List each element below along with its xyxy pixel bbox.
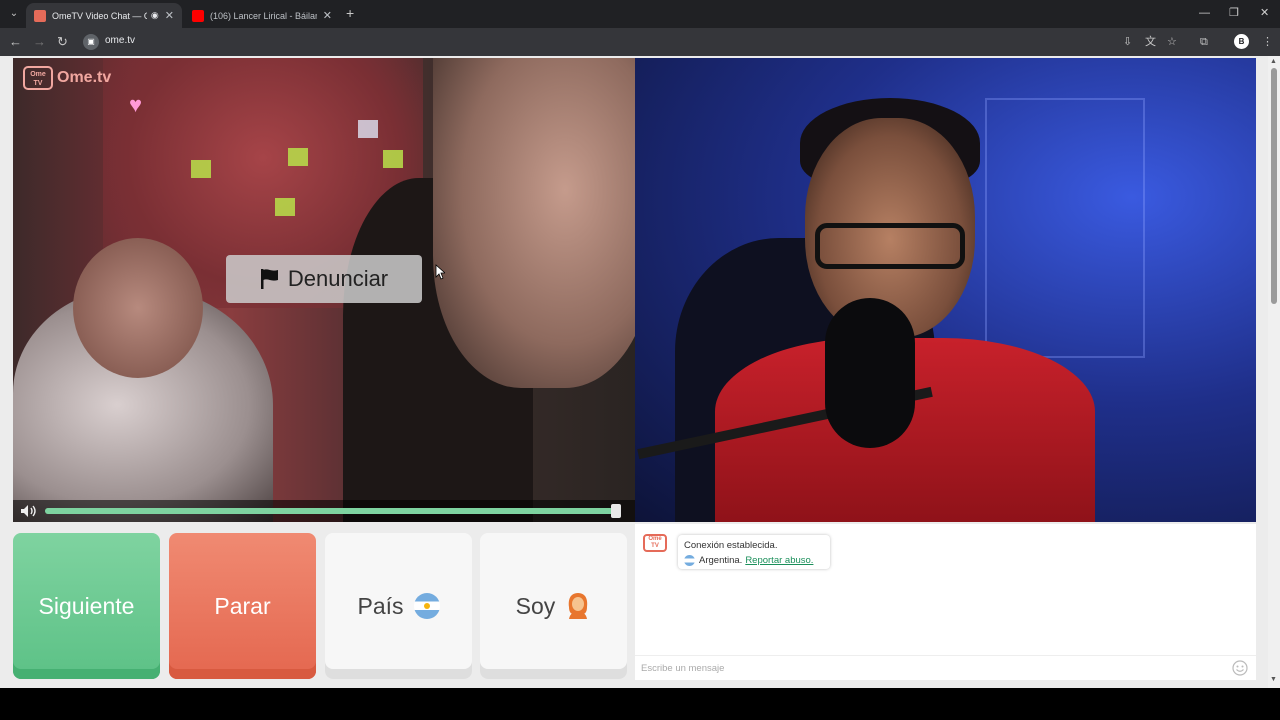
sticky-note <box>358 120 378 138</box>
browser-toolbar: ← → ↻ ▣ ome.tv ⇩ 文 ☆ ⧉ B ⋮ <box>0 28 1280 56</box>
ometv-logo-text: Ome.tv <box>57 69 112 86</box>
gender-button[interactable]: Soy <box>480 533 627 679</box>
forward-button[interactable]: → <box>33 34 46 50</box>
country-row: Argentina. Reportar abuso. <box>684 553 824 568</box>
back-button[interactable]: ← <box>9 34 22 50</box>
status-message: Conexión establecida. <box>684 540 778 551</box>
stranger-video: ♥ Ome TV Ome.tv Denunciar <box>13 58 635 522</box>
tab-title: (106) Lancer Lirical - Báilame ft <box>210 10 317 21</box>
country-button-label: País <box>357 592 404 619</box>
report-abuse-link[interactable]: Reportar abuso. <box>745 553 813 568</box>
volume-slider-thumb[interactable] <box>611 504 621 518</box>
install-app-icon[interactable]: ⇩ <box>1123 35 1132 49</box>
tab-youtube[interactable]: (106) Lancer Lirical - Báilame ft ✕ <box>184 3 340 28</box>
flag-icon <box>260 269 278 289</box>
tab-ometv[interactable]: OmeTV Video Chat — Ome ◉ ✕ <box>26 3 182 28</box>
volume-slider-fill <box>45 508 621 514</box>
country-button[interactable]: País <box>325 533 472 679</box>
hand <box>73 238 203 378</box>
stop-button-label: Parar <box>214 592 271 619</box>
scroll-down-icon[interactable]: ▼ <box>1270 676 1277 683</box>
background-shelf <box>985 98 1145 358</box>
minimize-button[interactable]: — <box>1199 6 1210 20</box>
maximize-button[interactable]: ❐ <box>1229 6 1239 20</box>
argentina-flag-icon <box>413 593 440 619</box>
glasses <box>815 223 965 269</box>
next-button-label: Siguiente <box>38 592 135 619</box>
speaker-icon[interactable] <box>20 504 38 518</box>
sticky-note <box>288 148 308 166</box>
scroll-up-icon[interactable]: ▲ <box>1270 58 1277 65</box>
volume-control <box>13 500 635 522</box>
report-button-label: Denunciar <box>287 266 389 291</box>
close-window-button[interactable]: ✕ <box>1260 6 1269 20</box>
microphone <box>825 298 915 448</box>
next-button[interactable]: Siguiente <box>13 533 160 679</box>
system-message: Conexión establecida. Argentina. Reporta… <box>678 535 830 569</box>
page-scrollbar[interactable]: ▲ ▼ <box>1268 56 1280 688</box>
woman-icon <box>569 593 588 619</box>
address-bar[interactable]: ome.tv <box>105 35 135 46</box>
ometv-chat-icon: Ome TV <box>643 534 667 552</box>
sticky-note <box>191 160 211 178</box>
stop-button[interactable]: Parar <box>169 533 316 679</box>
browser-tab-bar: ⌄ OmeTV Video Chat — Ome ◉ ✕ (106) Lance… <box>0 0 1280 28</box>
reload-button[interactable]: ↻ <box>57 34 68 50</box>
menu-dots-icon[interactable]: ⋮ <box>1262 35 1273 49</box>
close-tab-icon[interactable]: ✕ <box>323 9 332 22</box>
emoji-smile-icon[interactable] <box>1232 660 1248 676</box>
recording-icon: ◉ <box>150 10 159 20</box>
stranger-face <box>433 58 635 388</box>
own-camera-video <box>635 58 1256 522</box>
screen-bottom <box>0 688 1280 720</box>
close-tab-icon[interactable]: ✕ <box>165 9 174 22</box>
message-input-area <box>635 655 1256 679</box>
message-input[interactable] <box>641 660 1221 676</box>
ometv-logo-badge: Ome TV <box>23 66 53 90</box>
sticky-note <box>383 150 403 168</box>
new-tab-button[interactable]: + <box>346 6 354 20</box>
tab-title: OmeTV Video Chat — Ome <box>52 10 147 21</box>
heart-sticker: ♥ <box>129 92 143 117</box>
scrollbar-thumb[interactable] <box>1271 68 1277 304</box>
bookmark-star-icon[interactable]: ☆ <box>1167 35 1177 49</box>
mouse-cursor-icon <box>435 264 445 280</box>
ometv-page: ♥ Ome TV Ome.tv Denunciar Siguiente Para… <box>0 56 1280 688</box>
ometv-favicon-icon <box>34 9 46 22</box>
site-info-icon[interactable]: ▣ <box>83 34 99 50</box>
gender-button-label: Soy <box>515 592 556 619</box>
sticky-note <box>275 198 295 216</box>
chat-panel: Ome TV Conexión establecida. Argentina. … <box>635 524 1256 680</box>
country-name: Argentina. <box>699 555 743 566</box>
report-button[interactable]: Denunciar <box>226 255 422 303</box>
volume-slider[interactable] <box>45 504 621 518</box>
translate-icon[interactable]: 文 <box>1145 35 1156 49</box>
argentina-flag-icon <box>684 555 695 566</box>
ometv-logo: Ome TV Ome.tv <box>23 66 111 90</box>
chevron-down-icon[interactable]: ⌄ <box>6 6 22 22</box>
youtube-favicon-icon <box>192 9 204 22</box>
profile-avatar[interactable]: B <box>1234 34 1249 49</box>
extensions-icon[interactable]: ⧉ <box>1200 35 1208 49</box>
